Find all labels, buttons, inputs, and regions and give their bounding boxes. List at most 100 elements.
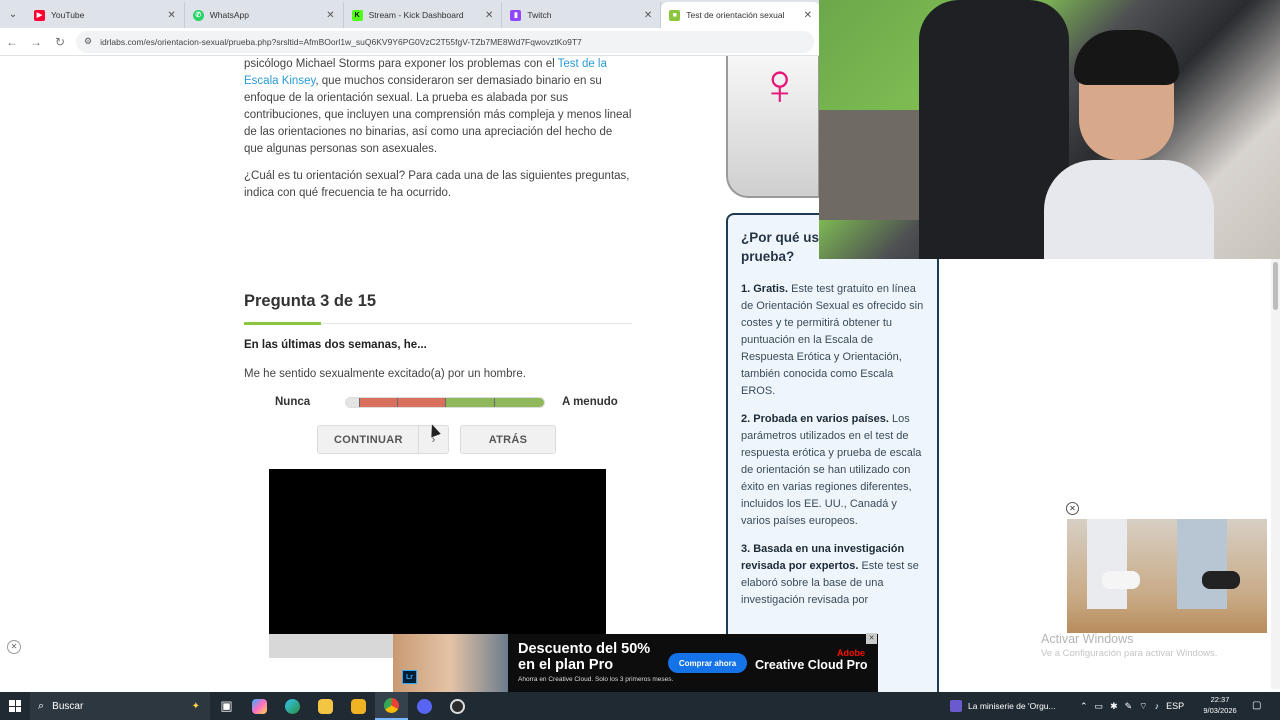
why-item: 3. Basada en una investigación revisada … xyxy=(741,541,927,609)
ad-photo-person xyxy=(1087,519,1127,609)
ad-product-name: Creative Cloud Pro xyxy=(755,658,868,672)
back-arrow-icon[interactable]: ← xyxy=(0,35,24,49)
obs-icon[interactable] xyxy=(441,692,474,720)
back-button[interactable]: ATRÁS xyxy=(460,425,556,454)
now-playing-title: La miniserie de 'Orgu... xyxy=(968,701,1056,711)
forward-arrow-icon[interactable]: → xyxy=(24,35,48,49)
tab-whatsapp[interactable]: ✆ WhatsApp ✕ xyxy=(185,2,344,28)
answer-scale[interactable] xyxy=(345,397,545,408)
scale-option-3[interactable] xyxy=(397,398,447,407)
close-icon[interactable]: ✕ xyxy=(326,10,334,21)
why-item-text: Este test gratuito en línea de Orientaci… xyxy=(741,283,924,397)
volume-icon[interactable]: ♪ xyxy=(1155,701,1160,711)
why-item-heading: 2. Probada en varios países. xyxy=(741,413,889,425)
tab-title: Test de orientación sexual xyxy=(686,10,785,20)
discord-icon[interactable] xyxy=(408,692,441,720)
article-paragraph: ¿Cuál es tu orientación sexual? Para cad… xyxy=(244,170,630,199)
file-explorer-icon[interactable] xyxy=(309,692,342,720)
taskbar-search[interactable]: ⌕ Buscar ✦ xyxy=(30,692,210,720)
adobe-banner-ad[interactable]: Lr Descuento del 50% en el plan Pro Ahor… xyxy=(393,634,878,692)
chevron-up-icon[interactable]: ⌃ xyxy=(1080,701,1088,712)
webcam-overlay xyxy=(819,0,1280,259)
bluetooth-icon[interactable]: ✱ xyxy=(1110,701,1118,712)
question-title: Pregunta 3 de 15 xyxy=(244,292,377,310)
scale-high-label: A menudo xyxy=(562,396,618,408)
twitch-icon: ▮ xyxy=(510,9,522,21)
ad-choices-icon[interactable]: ✕ xyxy=(866,633,877,644)
scale-option-4[interactable] xyxy=(446,398,495,407)
wifi-icon[interactable]: ⌔ xyxy=(1139,701,1147,712)
why-item-heading: 1. Gratis. xyxy=(741,283,789,295)
reload-icon[interactable]: ↻ xyxy=(48,35,72,49)
why-title: ¿Por qué us prueba? xyxy=(741,230,820,264)
banner-close-icon[interactable]: ✕ xyxy=(7,640,21,654)
tab-title: Stream - Kick Dashboard xyxy=(368,10,464,20)
now-playing[interactable]: La miniserie de 'Orgu... xyxy=(950,692,1056,720)
whatsapp-icon: ✆ xyxy=(192,9,204,21)
scale-option-1[interactable] xyxy=(346,398,360,407)
start-button[interactable] xyxy=(0,692,30,720)
site-info-icon[interactable]: ⚙ xyxy=(84,36,92,47)
why-item: 2. Probada en varios países. Los parámet… xyxy=(741,411,927,530)
scale-low-label: Nunca xyxy=(275,396,311,408)
why-list: 1. Gratis. Este test gratuito en línea d… xyxy=(741,281,927,620)
tab-youtube[interactable]: ▶ YouTube ✕ xyxy=(26,2,185,28)
tab-kick[interactable]: K Stream - Kick Dashboard ✕ xyxy=(344,2,503,28)
site-logo-card: ♀ xyxy=(726,56,820,198)
url-input[interactable]: ⚙ idrlabs.com/es/orientacion-sexual/prue… xyxy=(76,30,814,53)
tab-search-icon[interactable]: ⌄ xyxy=(0,0,26,28)
scale-option-2[interactable] xyxy=(359,398,398,407)
scale-option-5[interactable] xyxy=(494,398,544,407)
store-icon[interactable] xyxy=(342,692,375,720)
clock[interactable]: 22:37 9/03/2026 xyxy=(1200,694,1240,716)
language-indicator[interactable]: ESP xyxy=(1166,701,1184,711)
close-icon[interactable]: ✕ xyxy=(644,10,652,21)
scrollbar[interactable] xyxy=(1271,259,1280,689)
tab-title: WhatsApp xyxy=(209,10,249,20)
windows-activation-text: Ve a Configuración para activar Windows. xyxy=(1041,648,1218,659)
close-icon[interactable]: ✕ xyxy=(485,10,493,21)
paragraph-text: , que muchos consideraron ser demasiado … xyxy=(244,75,632,155)
pen-icon[interactable]: ✎ xyxy=(1125,701,1133,712)
close-icon[interactable]: ✕ xyxy=(804,10,812,21)
venus-symbol-icon: ♀ xyxy=(758,56,802,117)
edge-icon[interactable] xyxy=(276,692,309,720)
task-view-icon[interactable]: ▣ xyxy=(210,692,243,720)
webcam-person xyxy=(1044,20,1214,259)
copilot-icon[interactable] xyxy=(243,692,276,720)
ad-photo: Lr xyxy=(393,634,508,692)
ad-close-icon[interactable]: ✕ xyxy=(1066,502,1079,515)
network-icon[interactable]: ▭ xyxy=(1095,701,1104,712)
close-icon[interactable]: ✕ xyxy=(167,10,175,21)
kick-icon: K xyxy=(351,9,363,21)
gamepad-icon xyxy=(1202,571,1240,589)
video-ad-player[interactable] xyxy=(269,469,606,634)
search-label: Buscar xyxy=(52,700,84,712)
side-ad-image[interactable] xyxy=(1067,519,1267,633)
buy-now-button[interactable]: Comprar ahora xyxy=(668,653,747,673)
chrome-icon[interactable] xyxy=(375,692,408,720)
youtube-icon: ▶ xyxy=(33,9,45,21)
search-icon: ⌕ xyxy=(38,699,45,712)
progress-accent xyxy=(244,322,321,325)
notification-icon[interactable]: ▢ xyxy=(1252,700,1261,711)
paragraph-text: psicólogo Michael Storms para exponer lo… xyxy=(244,58,558,70)
ad-photo-person xyxy=(1177,519,1227,609)
ad-copy: Descuento del 50% en el plan Pro Ahorra … xyxy=(508,634,674,692)
adobe-logo-icon: Adobe xyxy=(837,648,865,658)
scrollbar-thumb[interactable] xyxy=(1273,262,1278,310)
video-ad-footer xyxy=(269,634,393,658)
url-text: idrlabs.com/es/orientacion-sexual/prueba… xyxy=(100,36,582,47)
clock-time: 22:37 xyxy=(1210,695,1230,704)
ad-subtext: Ahorra en Creative Cloud. Solo los 3 pri… xyxy=(518,676,674,683)
article-paragraph: psicólogo Michael Storms para exponer lo… xyxy=(244,56,634,158)
continue-label: CONTINUAR xyxy=(334,433,403,446)
webcam-shirt xyxy=(1044,160,1214,259)
tab-twitch[interactable]: ▮ Twitch ✕ xyxy=(502,2,662,28)
windows-logo-icon xyxy=(9,700,21,712)
tab-orientation-test[interactable]: ■ Test de orientación sexual ✕ xyxy=(661,2,821,28)
ad-headline: Descuento del 50% en el plan Pro xyxy=(518,641,651,673)
why-item-text: Los parámetros utilizados en el test de … xyxy=(741,413,922,527)
system-tray: ⌃ ▭ ✱ ✎ ⌔ ♪ ESP xyxy=(1080,692,1184,720)
ad-brand: Adobe Creative Cloud Pro xyxy=(755,648,868,692)
